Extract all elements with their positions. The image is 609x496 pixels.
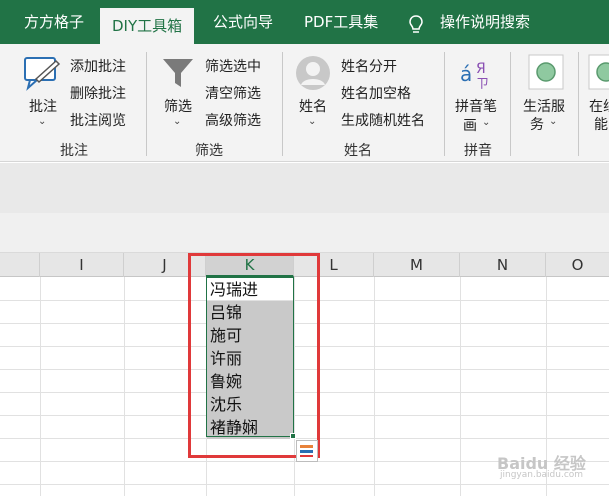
grid-line xyxy=(40,277,41,496)
column-header-n[interactable]: N xyxy=(460,253,546,277)
online-icon xyxy=(588,54,609,90)
life-services-button-line2: 务 xyxy=(530,117,544,133)
watermark-url: jingyan.baidu.com xyxy=(500,470,584,480)
filter-button[interactable]: 筛选 xyxy=(164,96,192,116)
group-divider xyxy=(578,52,579,156)
delete-comment-button[interactable]: 删除批注 xyxy=(70,83,126,103)
online-button[interactable]: 在线 xyxy=(589,96,609,116)
formula-bar-area xyxy=(0,163,609,213)
chevron-down-icon[interactable]: ⌄ xyxy=(549,116,557,127)
name-button[interactable]: 姓名 xyxy=(299,96,327,116)
svg-text:á: á xyxy=(460,62,472,86)
random-name-button[interactable]: 生成随机姓名 xyxy=(341,110,425,130)
pinyin-strokes-button-line2: 画 xyxy=(463,118,477,134)
pinyin-group-label: 拼音 xyxy=(464,143,492,159)
group-divider xyxy=(444,52,445,156)
tab-diy-toolbox[interactable]: DIY工具箱 xyxy=(100,8,195,44)
comment-group-label: 批注 xyxy=(60,143,88,159)
name-add-space-button[interactable]: 姓名加空格 xyxy=(341,83,411,103)
highlight-annotation-box xyxy=(188,253,320,458)
split-name-button[interactable]: 姓名分开 xyxy=(341,56,397,76)
filter-selected-button[interactable]: 筛选选中 xyxy=(205,56,261,76)
life-services-button[interactable]: 生活服 xyxy=(523,96,565,116)
column-header-o[interactable]: O xyxy=(546,253,609,277)
grid-line xyxy=(374,277,375,496)
column-header-h[interactable] xyxy=(0,253,40,277)
pinyin-strokes-button[interactable]: 拼音笔 xyxy=(455,96,497,116)
chevron-down-icon[interactable]: ⌄ xyxy=(173,116,181,127)
svg-text:Я: Я xyxy=(476,61,486,77)
group-divider xyxy=(146,52,147,156)
chevron-down-icon[interactable]: ⌄ xyxy=(308,116,316,127)
pinyin-icon: á Я ㄗ xyxy=(460,61,489,91)
browse-comment-button[interactable]: 批注阅览 xyxy=(70,110,126,130)
svg-text:ㄗ: ㄗ xyxy=(476,77,489,91)
tab-fangfang[interactable]: 方方格子 xyxy=(24,0,84,44)
column-header-i[interactable]: I xyxy=(40,253,124,277)
filter-group-label: 筛选 xyxy=(195,143,223,159)
ribbon-tab-bar: 方方格子 DIY工具箱 公式向导 PDF工具集 操作说明搜索 xyxy=(0,0,609,44)
chevron-down-icon[interactable]: ⌄ xyxy=(482,117,490,128)
formula-bar[interactable] xyxy=(0,213,609,253)
tab-search-help[interactable]: 操作说明搜索 xyxy=(440,0,530,44)
advanced-filter-button[interactable]: 高级筛选 xyxy=(205,110,261,130)
grid-line xyxy=(124,277,125,496)
group-divider xyxy=(282,52,283,156)
comment-button[interactable]: 批注 xyxy=(29,96,57,116)
comment-icon xyxy=(24,57,61,91)
column-header-m[interactable]: M xyxy=(374,253,460,277)
tab-pdf-tools[interactable]: PDF工具集 xyxy=(304,0,378,44)
online-button-line2: 能 xyxy=(594,117,608,133)
life-services-icon xyxy=(528,54,564,90)
person-icon xyxy=(296,56,330,90)
clear-filter-button[interactable]: 清空筛选 xyxy=(205,83,261,103)
chevron-down-icon[interactable]: ⌄ xyxy=(38,116,46,127)
lightbulb-icon[interactable] xyxy=(408,14,424,36)
quick-analysis-icon[interactable] xyxy=(296,440,318,462)
tab-formula-wizard[interactable]: 公式向导 xyxy=(213,0,273,44)
grid-line xyxy=(460,277,461,496)
add-comment-button[interactable]: 添加批注 xyxy=(70,56,126,76)
filter-funnel-icon xyxy=(163,59,193,87)
name-group-label: 姓名 xyxy=(344,143,372,159)
group-divider xyxy=(510,52,511,156)
